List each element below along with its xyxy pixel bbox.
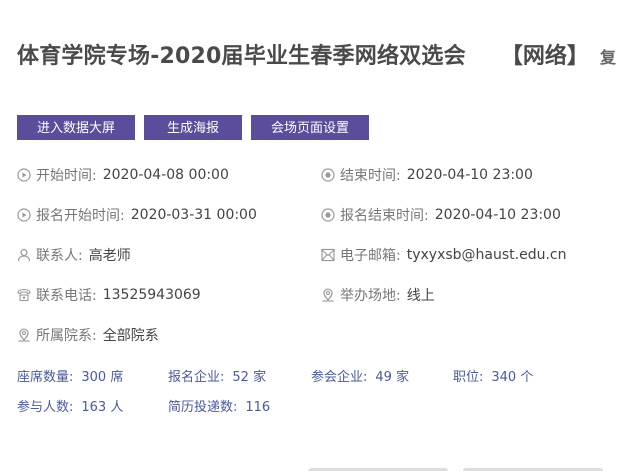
attend-companies-value: 49 家 <box>375 370 410 385</box>
signup-start-label: 报名开始时间: <box>36 208 125 224</box>
venue-value: 线上 <box>406 288 435 304</box>
phone-label: 联系电话: <box>36 288 97 304</box>
resumes-label: 简历投递数: <box>168 400 238 415</box>
location-pin-icon <box>17 328 31 342</box>
stat-positions: 职位: 340 个 <box>453 366 533 385</box>
end-time-label: 结束时间: <box>340 168 401 184</box>
start-time: 开始时间: 2020-04-08 00:00 <box>17 165 229 185</box>
end-time: 结束时间: 2020-04-10 23:00 <box>321 165 533 185</box>
action-buttons: 进入数据大屏 生成海报 会场页面设置 <box>17 115 369 140</box>
location-pin-icon <box>321 288 335 302</box>
signup-companies-value: 52 家 <box>232 370 267 385</box>
stat-participants: 参与人数: 163 人 <box>17 396 123 415</box>
play-circle-icon <box>17 208 31 222</box>
contact-person: 联系人: 高老师 <box>17 245 131 265</box>
start-time-label: 开始时间: <box>36 168 97 184</box>
contact-phone: 联系电话: 13525943069 <box>17 285 201 305</box>
attend-companies-label: 参会企业: <box>311 370 368 385</box>
enter-data-screen-button[interactable]: 进入数据大屏 <box>17 115 135 140</box>
phone-value: 13525943069 <box>102 287 201 303</box>
participants-label: 参与人数: <box>17 400 74 415</box>
department-value: 全部院系 <box>102 328 159 344</box>
mail-icon <box>321 248 335 262</box>
email-label: 电子邮箱: <box>340 248 401 264</box>
signup-start-value: 2020-03-31 00:00 <box>130 207 257 223</box>
user-icon <box>17 248 31 262</box>
participants-value: 163 人 <box>81 400 124 415</box>
signup-companies-label: 报名企业: <box>168 370 225 385</box>
positions-value: 340 个 <box>491 370 534 385</box>
phone-icon <box>17 288 31 302</box>
venue-label: 举办场地: <box>340 288 401 304</box>
stop-circle-icon <box>321 168 335 182</box>
play-circle-icon <box>17 168 31 182</box>
venue: 举办场地: 线上 <box>321 285 435 305</box>
department: 所属院系: 全部院系 <box>17 325 159 345</box>
start-time-value: 2020-04-08 00:00 <box>102 167 229 183</box>
stat-attend-companies: 参会企业: 49 家 <box>311 366 409 385</box>
department-label: 所属院系: <box>36 328 97 344</box>
email-value: tyxyxsb@haust.edu.cn <box>406 247 567 263</box>
positions-label: 职位: <box>453 370 484 385</box>
generate-poster-button[interactable]: 生成海报 <box>144 115 242 140</box>
venue-page-settings-button[interactable]: 会场页面设置 <box>251 115 369 140</box>
seats-label: 座席数量: <box>17 370 74 385</box>
seats-value: 300 席 <box>81 370 124 385</box>
signup-end-time: 报名结束时间: 2020-04-10 23:00 <box>321 205 561 225</box>
stat-resumes: 简历投递数: 116 <box>168 396 270 415</box>
end-time-value: 2020-04-10 23:00 <box>406 167 533 183</box>
truncated-link[interactable]: 复 <box>600 48 616 67</box>
contact-value: 高老师 <box>88 248 131 264</box>
email: 电子邮箱: tyxyxsb@haust.edu.cn <box>321 245 566 265</box>
signup-start-time: 报名开始时间: 2020-03-31 00:00 <box>17 205 257 225</box>
title-row: 体育学院专场-2020届毕业生春季网络双选会 【网络】 复 <box>17 38 616 70</box>
stat-seats: 座席数量: 300 席 <box>17 366 123 385</box>
contact-label: 联系人: <box>36 248 83 264</box>
signup-end-label: 报名结束时间: <box>340 208 429 224</box>
type-tag: 【网络】 <box>500 44 589 69</box>
signup-end-value: 2020-04-10 23:00 <box>434 207 561 223</box>
stat-signup-companies: 报名企业: 52 家 <box>168 366 266 385</box>
stop-circle-icon <box>321 208 335 222</box>
page-title: 体育学院专场-2020届毕业生春季网络双选会 <box>17 44 466 69</box>
resumes-value: 116 <box>245 400 271 415</box>
